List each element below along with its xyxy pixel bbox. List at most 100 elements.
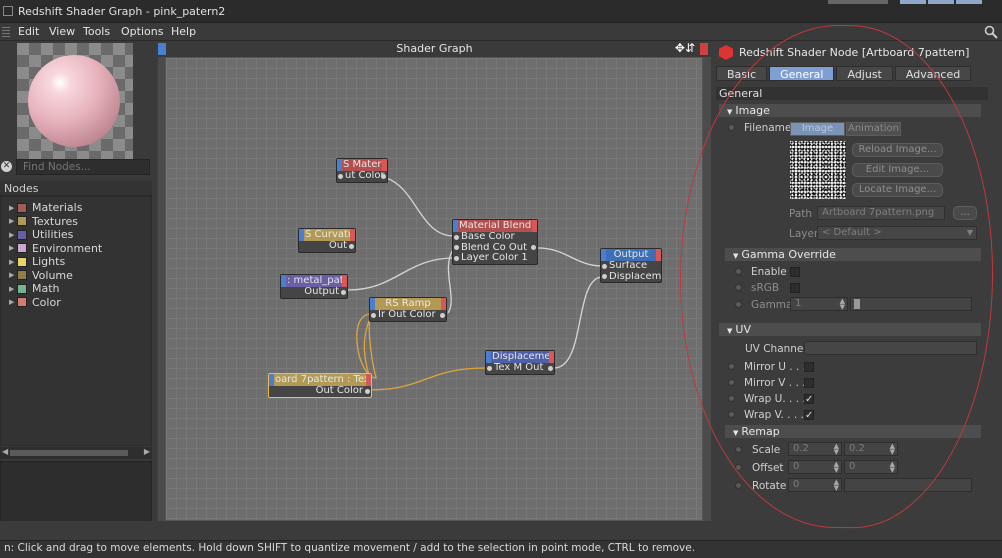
node-port-row[interactable]: Output — [281, 287, 347, 298]
node-header[interactable]: Displaceme — [486, 351, 554, 363]
node-port-row[interactable]: Surface — [601, 261, 661, 272]
node-metal-pattern[interactable]: : metal_pat Output — [280, 274, 348, 299]
tree-item-color[interactable]: ▶ Color — [9, 296, 61, 309]
tab-general[interactable]: General — [769, 66, 835, 81]
group-uv[interactable]: ▼ UV — [719, 323, 981, 336]
node-header[interactable]: Material Blend — [453, 220, 537, 232]
menu-tools[interactable]: Tools — [83, 25, 110, 38]
tab-advanced[interactable]: Advanced — [894, 66, 972, 81]
rotate-field[interactable]: 0 ▲ ▼ — [788, 478, 842, 492]
port-dot[interactable] — [371, 312, 376, 318]
input-port[interactable] — [453, 220, 458, 232]
spinner-icon[interactable]: ▲ ▼ — [834, 443, 839, 456]
port-dot[interactable] — [381, 173, 386, 179]
port-dot[interactable] — [341, 289, 346, 295]
keyframe-dot[interactable] — [735, 446, 742, 453]
port-dot[interactable] — [487, 365, 492, 371]
keyframe-dot[interactable] — [728, 363, 735, 370]
offset-y-field[interactable]: 0 ▲ ▼ — [844, 460, 898, 474]
expand-arrow-icon[interactable]: ▶ — [9, 271, 17, 279]
keyframe-dot[interactable] — [735, 482, 742, 489]
wrap-u-checkbox[interactable]: ✓ — [804, 394, 814, 405]
node-texture-sampler[interactable]: oard 7pattern : Tex Out Color — [268, 373, 372, 398]
menu-help[interactable]: Help — [171, 25, 196, 38]
node-rs-ramp[interactable]: RS Ramp Ir Out Color — [369, 297, 447, 322]
port-dot[interactable] — [602, 263, 607, 269]
tree-item-volume[interactable]: ▶ Volume — [9, 269, 73, 282]
port-dot[interactable] — [338, 173, 343, 179]
port-dot[interactable] — [454, 245, 459, 250]
find-nodes-input[interactable] — [16, 159, 150, 175]
input-port[interactable] — [601, 249, 606, 261]
node-header[interactable]: : metal_pat — [281, 275, 347, 287]
node-port-row[interactable]: Out — [299, 241, 355, 252]
output-port[interactable] — [366, 374, 371, 386]
tab-basic[interactable]: Basic — [716, 66, 768, 81]
input-port[interactable] — [486, 351, 491, 363]
node-displacement[interactable]: Displaceme Tex M Out — [485, 350, 555, 375]
wrap-v-checkbox[interactable]: ✓ — [804, 410, 814, 421]
port-dot[interactable] — [349, 243, 354, 249]
output-port[interactable] — [656, 249, 661, 261]
window-button[interactable] — [956, 0, 982, 4]
spinner-icon[interactable]: ▲ ▼ — [840, 298, 845, 311]
window-button[interactable] — [900, 0, 926, 4]
collapse-arrow-icon[interactable]: ▼ — [727, 327, 732, 335]
spinner-icon[interactable]: ▲ ▼ — [890, 461, 895, 474]
tree-item-environment[interactable]: ▶ Environment — [9, 242, 102, 255]
port-dot[interactable] — [602, 274, 607, 279]
tree-item-textures[interactable]: ▶ Textures — [9, 215, 78, 228]
tree-item-math[interactable]: ▶ Math — [9, 282, 60, 295]
port-dot[interactable] — [548, 365, 553, 371]
collapse-arrow-icon[interactable]: ▼ — [727, 108, 732, 116]
menu-options[interactable]: Options — [121, 25, 163, 38]
window-button[interactable] — [928, 0, 954, 4]
menu-edit[interactable]: Edit — [18, 25, 39, 38]
scroll-right-icon[interactable]: ▶ — [144, 447, 150, 456]
close-icon[interactable]: ✕ — [1, 161, 12, 172]
group-remap[interactable]: ▼ Remap — [725, 425, 981, 438]
spinner-icon[interactable]: ▲ ▼ — [834, 479, 839, 492]
port-dot[interactable] — [454, 255, 459, 261]
uv-channel-field[interactable] — [804, 341, 977, 355]
srgb-checkbox[interactable] — [790, 283, 800, 293]
collapse-arrow-icon[interactable]: ▼ — [733, 429, 738, 437]
port-dot[interactable] — [365, 388, 370, 394]
animation-button[interactable]: Animation — [846, 122, 901, 136]
scroll-left-icon[interactable]: ◀ — [2, 447, 8, 456]
node-output[interactable]: Output Surface Displacem — [600, 248, 662, 283]
expand-arrow-icon[interactable]: ▶ — [9, 217, 17, 225]
group-image[interactable]: ▼ Image — [719, 104, 981, 117]
node-port-row[interactable]: Base Color — [453, 232, 537, 243]
node-rs-material[interactable]: S Materi ut Color — [336, 158, 388, 183]
expand-arrow-icon[interactable]: ▶ — [9, 285, 17, 293]
node-port-row[interactable]: Layer Color 1 — [453, 253, 537, 264]
node-material-blend[interactable]: Material Blend Base Color Blend Co Out L… — [452, 219, 538, 265]
node-port-row[interactable]: Displacem — [601, 272, 661, 283]
node-header[interactable]: Output — [601, 249, 661, 261]
node-rs-curvature[interactable]: S Curvatu Out — [298, 228, 356, 253]
tree-item-lights[interactable]: ▶ Lights — [9, 255, 65, 268]
move-icon[interactable]: ✥⇵ — [675, 40, 695, 56]
keyframe-dot[interactable] — [728, 395, 735, 402]
keyframe-dot[interactable] — [735, 268, 742, 275]
expand-arrow-icon[interactable]: ▶ — [9, 244, 17, 252]
keyframe-dot[interactable] — [728, 124, 735, 131]
expand-arrow-icon[interactable]: ▶ — [9, 204, 17, 212]
port-dot[interactable] — [440, 312, 445, 318]
mirror-v-checkbox[interactable] — [804, 378, 814, 388]
search-icon[interactable] — [984, 25, 998, 39]
tree-item-utilities[interactable]: ▶ Utilities — [9, 228, 73, 241]
gamma-field[interactable]: 1 ▲ ▼ — [790, 297, 848, 311]
menu-view[interactable]: View — [49, 25, 75, 38]
image-button[interactable]: Image — [790, 122, 845, 136]
port-dot[interactable] — [531, 245, 536, 250]
input-port[interactable] — [281, 275, 286, 287]
tree-scrollbar[interactable]: ◀ ▶ — [0, 447, 152, 459]
port-dot[interactable] — [454, 234, 459, 240]
node-port-row[interactable]: Ir Out Color — [370, 310, 446, 321]
spinner-icon[interactable]: ▲ ▼ — [890, 443, 895, 456]
keyframe-dot[interactable] — [735, 464, 742, 471]
expand-arrow-icon[interactable]: ▶ — [9, 231, 17, 239]
tree-item-materials[interactable]: ▶ Materials — [9, 201, 82, 214]
